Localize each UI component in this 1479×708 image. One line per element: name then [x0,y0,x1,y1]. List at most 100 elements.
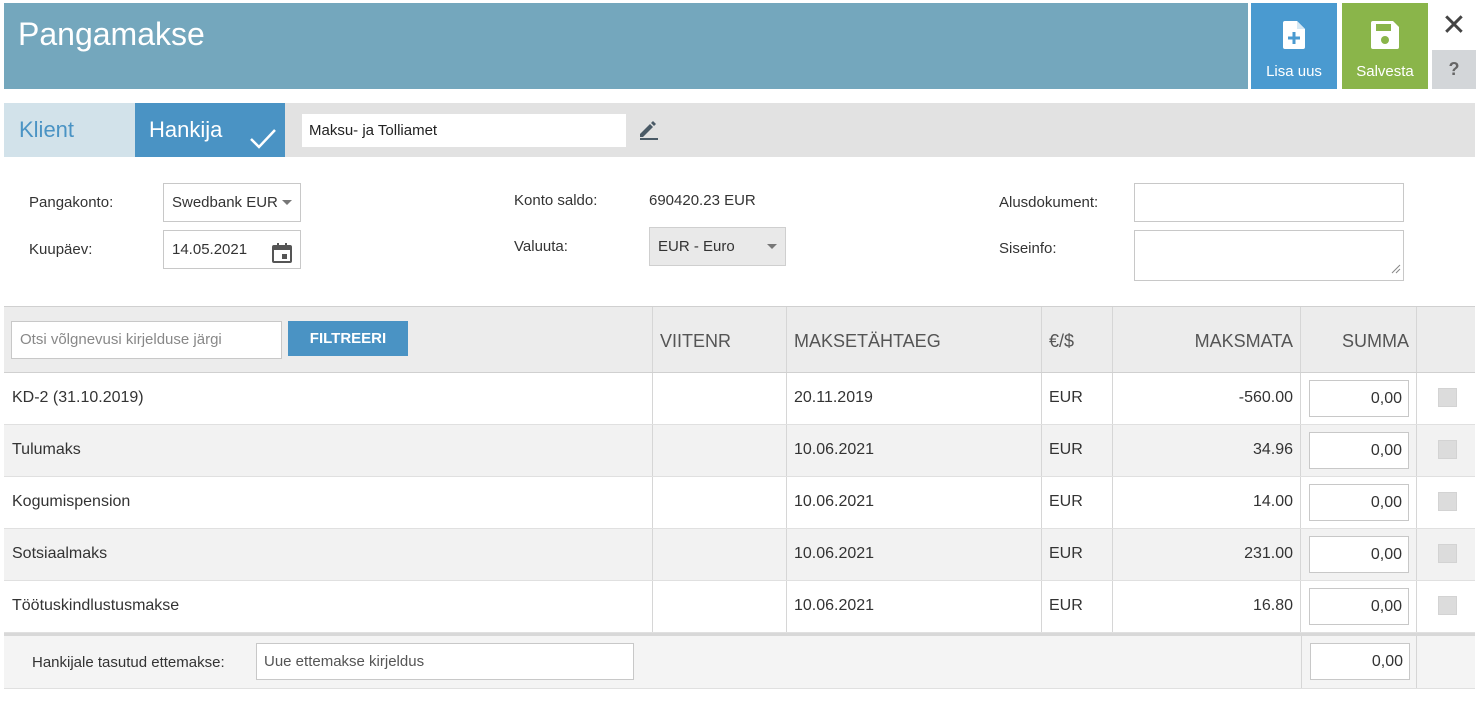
row-currency-cell: EUR [1042,425,1113,476]
column-header-currency: €/$ [1049,331,1075,351]
column-header-unpaid: MAKSMATA [1194,331,1293,351]
row-select-cell [1417,529,1475,580]
amount-input[interactable]: 0,00 [1309,484,1409,521]
row-ref-cell [653,425,787,476]
footer-amount-cell: 0,00 [1301,636,1417,688]
header-search-cell: Otsi võlgnevusi kirjelduse järgi FILTREE… [4,307,653,372]
row-ref-cell [653,581,787,632]
row-desc-cell: KD-2 (31.10.2019) [4,373,653,424]
row-select-cell [1417,477,1475,528]
search-input[interactable]: Otsi võlgnevusi kirjelduse järgi [11,321,282,359]
bank-account-select[interactable]: Swedbank EUR [163,183,301,222]
header-ref-cell: VIITENR [653,307,787,372]
row-checkbox[interactable] [1438,440,1457,459]
row-unpaid: 231.00 [1244,545,1293,562]
row-desc-cell: Tulumaks [4,425,653,476]
row-checkbox[interactable] [1438,544,1457,563]
internal-info-label: Siseinfo: [999,240,1057,257]
currency-select[interactable]: EUR - Euro [649,227,786,266]
row-currency: EUR [1049,597,1083,614]
header-select-cell [1417,307,1475,372]
pencil-icon[interactable] [638,120,660,145]
currency-value: EUR - Euro [658,238,735,255]
table-row: Sotsiaalmaks 10.06.2021 EUR 231.00 0,00 [4,529,1475,581]
row-select-cell [1417,373,1475,424]
help-button[interactable]: ? [1432,50,1476,89]
header-due-cell: MAKSETÄHTAEG [787,307,1042,372]
bank-account-label: Pangakonto: [29,194,114,211]
save-label: Salvesta [1356,63,1414,80]
row-ref-cell [653,529,787,580]
amount-input[interactable]: 0,00 [1309,432,1409,469]
add-new-button[interactable]: Lisa uus [1251,3,1337,89]
close-icon[interactable]: ✕ [1438,6,1470,46]
header-unpaid-cell: MAKSMATA [1113,307,1301,372]
column-header-due-date: MAKSETÄHTAEG [794,331,941,351]
chevron-down-icon [282,200,292,205]
row-amount-cell: 0,00 [1301,529,1417,580]
row-unpaid: -560.00 [1238,389,1293,406]
tab-client[interactable]: Klient [4,103,135,157]
row-currency: EUR [1049,545,1083,562]
date-field[interactable]: 14.05.2021 [163,230,301,269]
row-checkbox[interactable] [1438,596,1457,615]
row-due-date: 10.06.2021 [794,493,875,510]
add-document-icon [1283,21,1305,53]
row-due-date: 20.11.2019 [794,389,873,406]
tab-supplier-label: Hankija [149,117,223,142]
column-header-ref: VIITENR [660,331,732,351]
row-description: Tulumaks [12,441,81,458]
row-currency-cell: EUR [1042,529,1113,580]
row-amount-cell: 0,00 [1301,373,1417,424]
row-description: Töötuskindlustusmakse [12,597,180,614]
row-unpaid: 16.80 [1252,597,1293,614]
save-button[interactable]: Salvesta [1342,3,1428,89]
row-unpaid-cell: 14.00 [1113,477,1301,528]
row-amount-cell: 0,00 [1301,477,1417,528]
row-unpaid-cell: 34.96 [1113,425,1301,476]
calendar-icon[interactable] [272,240,292,277]
row-due-cell: 10.06.2021 [787,425,1042,476]
internal-info-textarea[interactable] [1134,230,1404,281]
row-amount-cell: 0,00 [1301,425,1417,476]
add-new-label: Lisa uus [1266,63,1322,80]
party-bar: Klient Hankija Maksu- ja Tolliamet [4,103,1475,157]
row-unpaid-cell: -560.00 [1113,373,1301,424]
row-checkbox[interactable] [1438,388,1457,407]
page-title: Pangamakse [18,16,205,52]
amount-input[interactable]: 0,00 [1309,588,1409,625]
floppy-disk-icon [1371,21,1399,53]
date-value: 14.05.2021 [172,241,248,258]
currency-label: Valuuta: [514,238,568,255]
row-currency: EUR [1049,389,1083,406]
row-unpaid-cell: 16.80 [1113,581,1301,632]
table-row: Kogumispension 10.06.2021 EUR 14.00 0,00 [4,477,1475,529]
row-description: Sotsiaalmaks [12,545,108,562]
advance-description-input[interactable]: Uue ettemakse kirjeldus [256,643,634,680]
amount-input[interactable]: 0,00 [1309,380,1409,417]
advance-amount-input[interactable]: 0,00 [1310,643,1410,680]
amount-input[interactable]: 0,00 [1309,536,1409,573]
base-document-input[interactable] [1134,183,1404,222]
bank-account-value: Swedbank EUR [172,194,278,211]
filter-button[interactable]: FILTREERI [288,321,408,356]
tab-supplier[interactable]: Hankija [135,103,285,157]
row-due-cell: 20.11.2019 [787,373,1042,424]
balance-label: Konto saldo: [514,192,598,209]
row-ref-cell [653,373,787,424]
resize-handle-icon[interactable] [1391,261,1401,278]
row-amount-cell: 0,00 [1301,581,1417,632]
row-unpaid: 34.96 [1252,441,1293,458]
row-currency-cell: EUR [1042,581,1113,632]
footer-empty-cell [1417,636,1475,688]
table-row: KD-2 (31.10.2019) 20.11.2019 EUR -560.00… [4,373,1475,425]
row-desc-cell: Töötuskindlustusmakse [4,581,653,632]
row-due-date: 10.06.2021 [794,597,875,614]
row-currency: EUR [1049,441,1083,458]
supplier-name-field[interactable]: Maksu- ja Tolliamet [302,114,626,147]
date-label: Kuupäev: [29,241,93,258]
row-checkbox[interactable] [1438,492,1457,511]
row-currency-cell: EUR [1042,477,1113,528]
row-due-date: 10.06.2021 [794,441,875,458]
checkmark-icon [249,117,277,171]
